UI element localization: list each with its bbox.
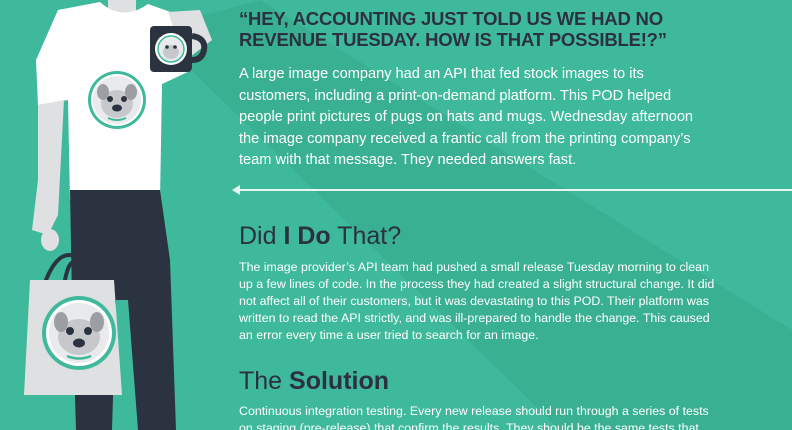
intro-paragraph: A large image company had an API that fe… [239,66,694,168]
heading-emphasis: I Do [283,222,331,250]
person-figure-illustration [24,0,212,430]
did-i-do-that-heading: Did I Do That? [239,221,739,251]
did-i-do-that-body: The image provider’s API team had pushed… [239,260,715,342]
section-divider [232,185,792,195]
heading-emphasis: Solution [289,367,390,395]
heading-suffix: That? [330,222,402,250]
heading-prefix: The [239,367,290,395]
pug-shirt-badge-icon [88,71,146,129]
solution-heading: The Solution [239,366,739,396]
solution-body: Continuous integration testing. Every ne… [239,404,709,430]
divider-line [238,189,792,191]
quote-headline: “HEY, ACCOUNTING JUST TOLD US WE HAD NO … [239,8,667,50]
heading-prefix: Did [239,222,284,250]
